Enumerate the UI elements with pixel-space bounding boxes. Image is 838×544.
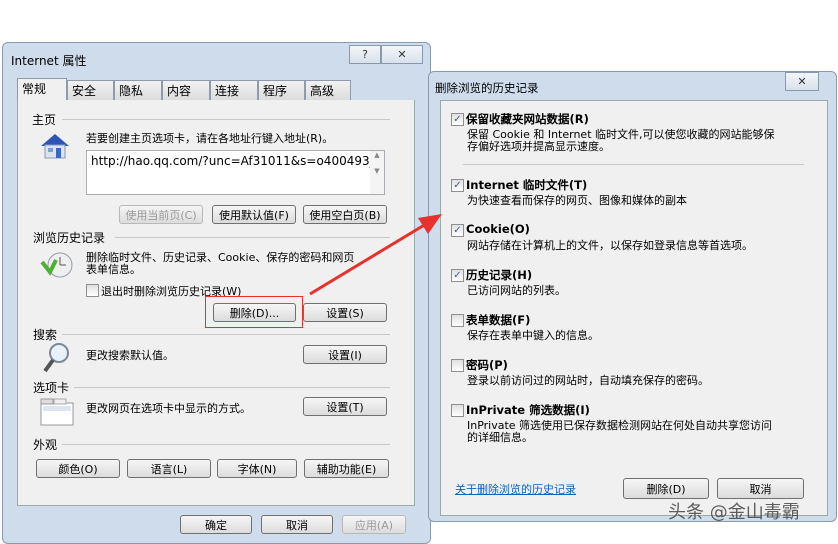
watermark: 头条 @金山毒霸 [668,502,800,523]
annotation-arrow [309,214,442,296]
